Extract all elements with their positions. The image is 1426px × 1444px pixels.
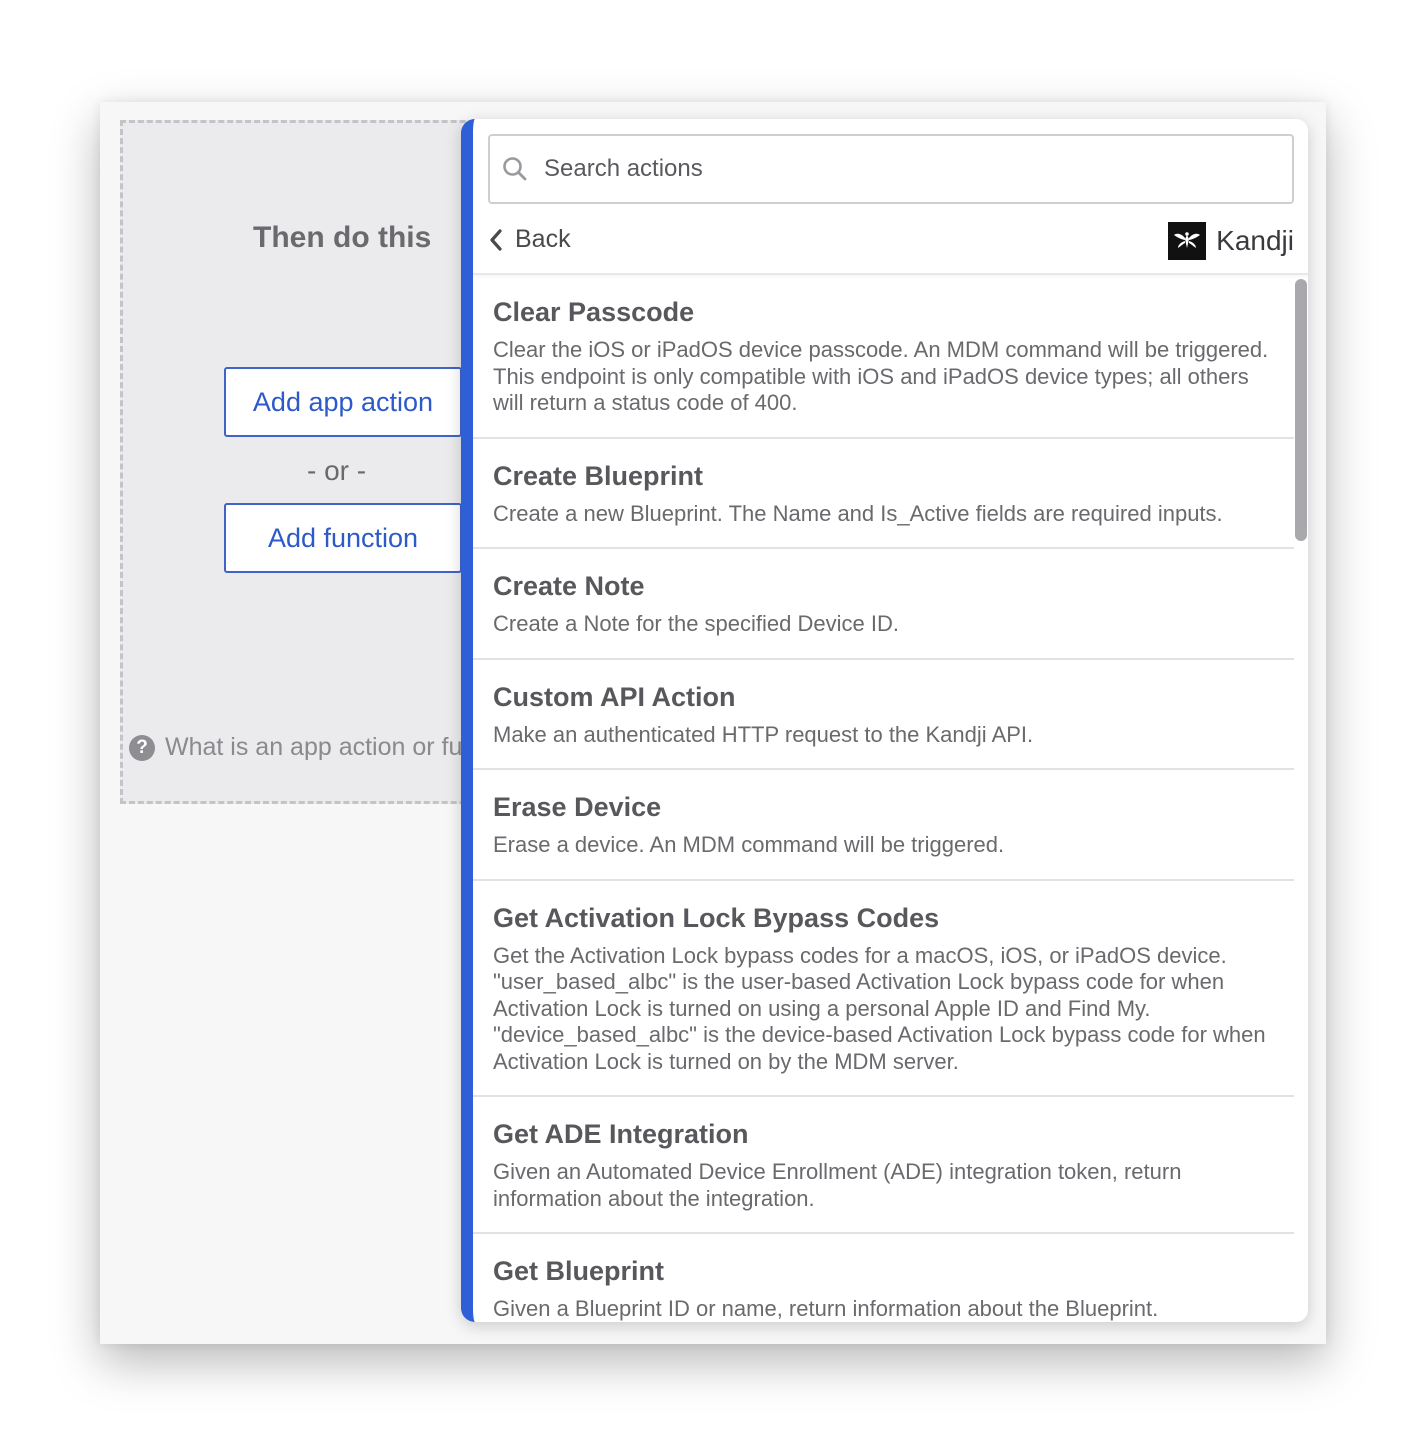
action-description: Clear the iOS or iPadOS device passcode.… xyxy=(493,337,1269,415)
scrollbar-thumb[interactable] xyxy=(1295,279,1307,541)
action-title: Erase Device xyxy=(493,792,662,822)
back-button[interactable]: Back xyxy=(489,225,571,254)
search-icon xyxy=(503,157,527,181)
action-title: Get Blueprint xyxy=(493,1256,665,1286)
kandji-logo-icon xyxy=(1168,222,1207,260)
action-title: Get Activation Lock Bypass Codes xyxy=(493,902,940,933)
action-title: Clear Passcode xyxy=(493,297,695,327)
action-item[interactable]: Custom API Action Make an authenticated … xyxy=(473,660,1294,770)
action-title: Custom API Action xyxy=(493,681,736,712)
action-description: Create a Note for the specified Device I… xyxy=(493,611,899,636)
back-label: Back xyxy=(515,225,571,253)
question-icon: ? xyxy=(129,734,155,761)
action-item[interactable]: Erase Device Erase a device. An MDM comm… xyxy=(473,770,1294,881)
action-item[interactable]: Get Activation Lock Bypass Codes Get the… xyxy=(473,881,1294,1097)
action-title: Create Note xyxy=(493,571,645,601)
panel-nav: Back Kandji xyxy=(473,217,1308,275)
action-item[interactable]: Clear Passcode Clear the iOS or iPadOS d… xyxy=(473,275,1294,439)
action-title: Create Blueprint xyxy=(493,460,704,491)
action-item[interactable]: Get ADE Integration Given an Automated D… xyxy=(473,1097,1294,1234)
action-title: Get ADE Integration xyxy=(493,1119,749,1149)
action-description: Create a new Blueprint. The Name and Is_… xyxy=(493,500,1223,526)
action-description: Erase a device. An MDM command will be t… xyxy=(493,832,1005,857)
action-description: Get the Activation Lock bypass codes for… xyxy=(493,942,1266,1074)
action-item[interactable]: Get Blueprint Given a Blueprint ID or na… xyxy=(473,1234,1294,1322)
add-app-action-button[interactable]: Add app action xyxy=(224,367,462,437)
action-item[interactable]: Create Note Create a Note for the specif… xyxy=(473,549,1294,660)
chevron-left-icon xyxy=(490,228,502,251)
action-picker-panel: Back Kandji Clear Passcode xyxy=(461,119,1308,1322)
or-divider: - or - xyxy=(307,455,367,486)
add-function-button[interactable]: Add function xyxy=(224,503,462,573)
action-item[interactable]: Create Blueprint Create a new Blueprint.… xyxy=(473,439,1294,549)
app-brand: Kandji xyxy=(1168,222,1294,260)
app-window: Then do this Add app action - or - Add f… xyxy=(100,102,1326,1344)
action-description: Given a Blueprint ID or name, return inf… xyxy=(493,1296,1159,1321)
search-box[interactable] xyxy=(488,134,1294,204)
section-title: Then do this xyxy=(253,221,432,254)
action-list: Clear Passcode Clear the iOS or iPadOS d… xyxy=(473,275,1294,1322)
action-list-scrollbar[interactable] xyxy=(1295,275,1308,1322)
action-description: Given an Automated Device Enrollment (AD… xyxy=(493,1159,1182,1211)
app-name: Kandji xyxy=(1216,225,1294,256)
action-description: Make an authenticated HTTP request to th… xyxy=(493,721,1034,747)
search-input[interactable] xyxy=(542,154,1246,184)
